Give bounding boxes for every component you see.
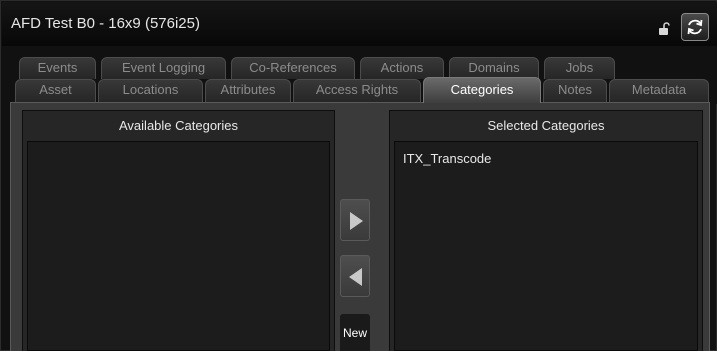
tab-events[interactable]: Events: [19, 57, 96, 79]
tab-notes[interactable]: Notes: [543, 79, 607, 102]
tab-attributes[interactable]: Attributes: [205, 79, 291, 102]
available-categories-list[interactable]: [27, 141, 330, 351]
tab-co-references[interactable]: Co-References: [231, 57, 355, 79]
selected-categories-header: Selected Categories: [487, 118, 605, 133]
tab-jobs[interactable]: Jobs: [544, 57, 615, 79]
tab-event-logging[interactable]: Event Logging: [101, 57, 226, 79]
tab-metadata[interactable]: Metadata: [609, 79, 709, 102]
arrow-left-icon: [349, 268, 362, 286]
tab-access-rights[interactable]: Access Rights: [293, 79, 421, 102]
window-title: AFD Test B0 - 16x9 (576i25): [11, 15, 200, 32]
refresh-icon: [687, 19, 703, 35]
tab-domains[interactable]: Domains: [449, 57, 539, 79]
tab-asset[interactable]: Asset: [15, 79, 96, 102]
tab-strip: Events Event Logging Co-References Actio…: [2, 46, 717, 104]
app-window: AFD Test B0 - 16x9 (576i25) Events Event…: [0, 0, 717, 351]
tab-categories[interactable]: Categories: [423, 77, 541, 103]
title-bar: AFD Test B0 - 16x9 (576i25): [2, 2, 717, 46]
add-category-button[interactable]: [340, 199, 370, 241]
new-category-button[interactable]: New: [340, 314, 370, 351]
refresh-button[interactable]: [681, 13, 709, 41]
available-categories-panel: Available Categories: [22, 110, 335, 351]
remove-category-button[interactable]: [340, 255, 370, 297]
selected-categories-panel: Selected Categories ITX_Transcode: [389, 110, 703, 351]
tab-actions[interactable]: Actions: [360, 57, 444, 79]
list-item[interactable]: ITX_Transcode: [395, 142, 697, 166]
tab-locations[interactable]: Locations: [98, 79, 203, 102]
selected-categories-list[interactable]: ITX_Transcode: [394, 141, 698, 351]
arrow-right-icon: [350, 212, 363, 230]
lock-icon[interactable]: [658, 22, 672, 36]
available-categories-header: Available Categories: [119, 118, 238, 133]
